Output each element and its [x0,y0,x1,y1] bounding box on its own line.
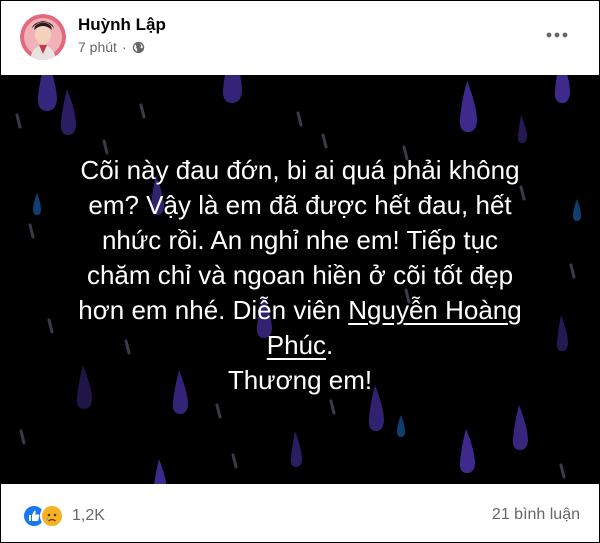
post-line: Cõi này đau đớn, bi ai quá phải không [80,155,520,185]
globe-icon[interactable] [132,41,145,54]
mention-link-continued[interactable]: Phúc [267,330,326,360]
avatar-image [20,14,66,60]
post-line: hơn em nhé. Diễn viên Nguyễn Hoàng [31,293,569,328]
post-time[interactable]: 7 phút [78,39,117,55]
more-horizontal-icon [546,32,568,38]
post-background[interactable]: Cõi này đau đớn, bi ai quá phải không em… [1,75,599,484]
post-line: Phúc. [31,328,569,363]
post-line: Thương em! [227,365,373,395]
meta-separator: · [121,39,127,55]
author-name[interactable]: Huỳnh Lập [78,15,166,35]
post-line-text: hơn em nhé. Diễn viên [78,295,349,325]
post-line: em? Vậy là em đã được hết đau, hết [88,190,512,220]
mention-link[interactable]: Nguyễn Hoàng [348,295,521,325]
post-footer: 1,2K 21 bình luận [1,484,599,542]
more-options-button[interactable] [541,25,573,45]
author-avatar[interactable] [20,14,66,60]
reaction-count: 1,2K [72,507,105,524]
post-line: chăm chỉ và ngoan hiền ở cõi tốt đẹp [86,260,514,290]
comment-count-link[interactable]: 21 bình luận [492,506,580,524]
post-line: nhức rồi. An nghỉ nhe em! Tiếp tục [101,225,499,255]
post-header: Huỳnh Lập 7 phút · [1,1,599,75]
post-card: Huỳnh Lập 7 phút · Cõi này đau đớn, bi a… [0,0,600,543]
post-meta: 7 phút · [78,39,145,55]
sad-icon [40,504,64,528]
post-line-text: . [326,330,334,360]
reactions-summary[interactable]: 1,2K [22,504,105,528]
post-text: Cõi này đau đớn, bi ai quá phải không em… [31,153,569,398]
